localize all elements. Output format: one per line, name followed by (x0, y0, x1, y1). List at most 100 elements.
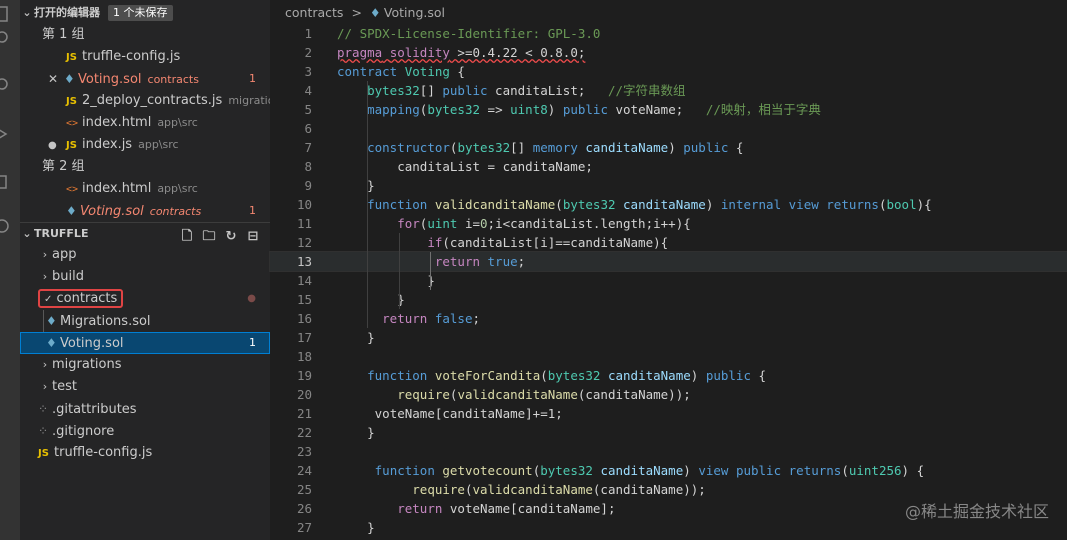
code-token: bytes32 (562, 197, 616, 212)
line-number: 10 (296, 197, 312, 212)
line-number: 23 (296, 444, 312, 459)
code-token: view (698, 463, 729, 478)
code-text: bytes32[] public canditaList; //字符串数组 (337, 81, 686, 100)
refresh-icon[interactable]: ↻ (220, 226, 242, 245)
tree-file[interactable]: ⁘ .gitignore (20, 420, 270, 442)
code-token: } (367, 330, 375, 345)
code-token: bytes32 (427, 102, 481, 117)
file-description: contracts (149, 205, 202, 218)
code-token: >=0.4.22 < 0.8.0; (449, 45, 586, 60)
code-line: 9 } (270, 176, 1067, 195)
tree-folder[interactable]: › test (20, 376, 270, 398)
unsaved-dot-icon[interactable]: ● (48, 135, 66, 156)
run-debug-icon[interactable] (0, 126, 10, 142)
code-token: 0 (480, 216, 488, 231)
open-editor-item[interactable]: ✕ ♦ Voting.sol contracts 1 (20, 68, 270, 90)
chevron-right-icon: › (42, 358, 48, 371)
code-token: bytes32 (457, 140, 511, 155)
code-token: ) (690, 368, 706, 383)
collapse-all-icon[interactable]: ⊟ (242, 226, 264, 245)
javascript-file-icon: JS (66, 96, 77, 107)
extensions-icon[interactable] (0, 174, 10, 190)
new-file-icon[interactable]: 🗋 (176, 226, 198, 245)
code-editor[interactable]: contracts > ♦ Voting.sol 1 // SPDX-License-I… (269, 0, 1067, 540)
line-number: 2 (304, 45, 312, 60)
line-number: 24 (296, 463, 312, 478)
code-token: pragma (337, 45, 383, 60)
tree-folder[interactable]: › app (20, 244, 270, 266)
file-name: index.html (82, 115, 152, 130)
code-token: memory (532, 140, 578, 155)
code-token: canditaList = canditaName; (397, 159, 593, 174)
tree-file[interactable]: ⁘ .gitattributes (20, 398, 270, 420)
annotation-box: ✓ contracts (38, 289, 124, 308)
files-icon[interactable] (0, 6, 10, 22)
open-editors-header[interactable]: ⌄ 打开的编辑器 1 个未保存 (20, 2, 270, 24)
code-token: { (449, 64, 465, 79)
code-token: function (374, 463, 435, 478)
solidity-file-icon: ♦ (64, 72, 75, 86)
code-text: } (337, 328, 375, 347)
close-icon[interactable]: ✕ (48, 68, 64, 90)
code-line: 19 function voteForCandita(bytes32 candi… (270, 366, 1067, 385)
code-text: } (337, 290, 405, 309)
line-number: 26 (296, 501, 312, 516)
code-text: mapping(bytes32 => uint8) public voteNam… (337, 100, 821, 119)
code-token: canditaName (585, 140, 669, 155)
code-text: for(uint i=0;i<canditaList.length;i++){ (337, 214, 691, 233)
unsaved-badge: 1 个未保存 (108, 5, 173, 21)
open-editor-item[interactable]: JS 2_deploy_contracts.js migrations (20, 90, 270, 112)
file-name: .gitattributes (52, 402, 137, 417)
project-header[interactable]: ⌄ TRUFFLE 🗋 🗀 ↻ ⊟ (20, 222, 270, 245)
code-token: //字符串数组 (607, 83, 686, 98)
database-icon[interactable] (0, 218, 10, 234)
search-icon[interactable] (0, 30, 10, 46)
code-text: } (337, 518, 375, 537)
code-token: validcanditaName (457, 387, 578, 402)
code-token: bytes32 (547, 368, 601, 383)
open-editor-item[interactable]: <> index.html app\src (20, 178, 270, 200)
new-folder-icon[interactable]: 🗀 (198, 226, 220, 245)
tree-file[interactable]: JS truffle-config.js (20, 442, 270, 464)
source-control-icon[interactable] (0, 76, 10, 92)
code-token: (canditaList[i]==canditaName){ (442, 235, 669, 250)
open-editor-item[interactable]: JS truffle-config.js (20, 46, 270, 68)
code-token: ) (547, 102, 563, 117)
code-line: 11 for(uint i=0;i<canditaList.length;i++… (270, 214, 1067, 233)
open-editor-item[interactable]: ● JS index.js app\src (20, 134, 270, 156)
code-line: 3 contract Voting { (270, 62, 1067, 81)
code-token: (canditaName)); (592, 482, 706, 497)
code-line: 23 (270, 442, 1067, 461)
code-token: uint (427, 216, 458, 231)
indent-guide (430, 252, 431, 290)
solidity-file-icon: ♦ (46, 314, 57, 328)
code-token: ( (841, 463, 849, 478)
code-token: bool (886, 197, 917, 212)
line-number: 20 (296, 387, 312, 402)
tree-folder[interactable]: › build (20, 266, 270, 288)
chevron-right-icon: › (42, 270, 48, 283)
code-line: 8 canditaList = canditaName; (270, 157, 1067, 176)
code-token: { (750, 368, 767, 383)
file-description: migrations (228, 94, 270, 107)
tree-folder[interactable]: › migrations (20, 354, 270, 376)
line-number: 1 (304, 26, 312, 41)
line-number: 7 (304, 140, 312, 155)
explorer-sidebar: ⌄ 打开的编辑器 1 个未保存 第 1 组 JS truffle-config.js … (20, 0, 270, 540)
code-token: return (397, 501, 443, 516)
tree-file-selected[interactable]: ♦ Voting.sol 1 (20, 332, 270, 354)
code-token: canditaName (600, 463, 684, 478)
open-editor-item[interactable]: ♦ Voting.sol contracts 1 (20, 200, 270, 222)
open-editor-item[interactable]: <> index.html app\src (20, 112, 270, 134)
code-token: returns (826, 197, 879, 212)
file-description: app\src (157, 182, 198, 195)
code-token: public (735, 463, 782, 478)
code-line: 18 (270, 347, 1067, 366)
tree-folder[interactable]: ✓ contracts ● (20, 288, 270, 310)
breadcrumb-file[interactable]: Voting.sol (384, 5, 445, 20)
code-token: function (367, 368, 428, 383)
code-token: canditaName (607, 368, 691, 383)
chevron-down-icon: ✓ (44, 294, 53, 305)
breadcrumb-folder[interactable]: contracts (285, 5, 343, 20)
tree-file[interactable]: ♦ Migrations.sol (20, 310, 270, 332)
